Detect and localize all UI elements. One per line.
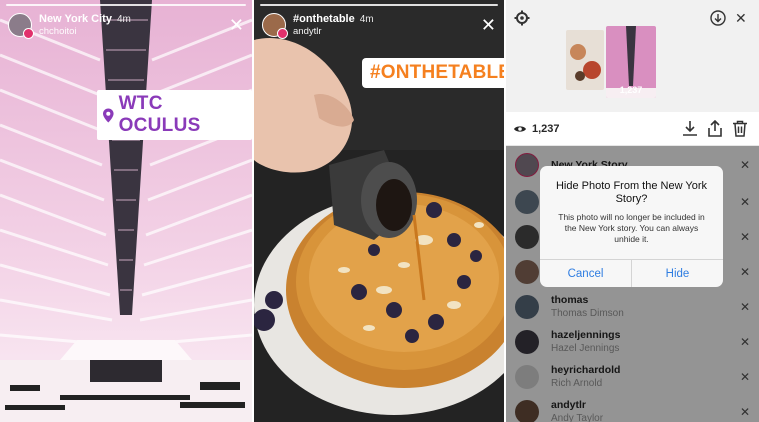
thumbnail-view-count: 1,237 [619,85,643,95]
story-thumbnail[interactable] [566,30,604,90]
hide-photo-dialog: Hide Photo From the New York Story? This… [540,166,723,287]
cancel-button[interactable]: Cancel [540,260,631,287]
story-progress-bar [6,4,246,6]
share-icon[interactable] [707,120,723,137]
story-username[interactable]: chchoitoi [39,26,131,38]
dialog-buttons: Cancel Hide [540,259,723,287]
story-viewers-panel: ✕ 1,237 1,237 New York Story ✕ ✕ ✕ ✕ tho… [506,0,759,422]
oculus-photo [0,0,252,422]
story-header: #onthetable 4m andytlr ✕ [262,10,496,40]
close-icon[interactable]: ✕ [229,16,244,34]
story-header: New York City 4m chchoitoi ✕ [8,10,244,40]
hashtag-sticker-label: #ONTHETABLE [370,62,504,83]
story-badge-icon [23,28,34,39]
story-hashtag-name[interactable]: #onthetable [293,13,355,25]
trash-icon[interactable] [732,120,748,137]
location-avatar[interactable] [8,13,34,39]
dialog-title: Hide Photo From the New York Story? [555,180,708,205]
download-icon[interactable] [682,120,698,137]
download-circle-icon[interactable] [710,10,726,26]
story-time: 4m [359,13,374,25]
location-pin-icon [103,107,114,123]
close-icon[interactable]: ✕ [735,10,751,26]
story-panel-hashtag[interactable]: #onthetable 4m andytlr ✕ #ONTHETABLE [254,0,504,422]
hashtag-sticker[interactable]: #ONTHETABLE [362,58,504,88]
eye-icon [514,125,526,132]
story-thumbnail-selected[interactable]: 1,237 [606,26,656,98]
story-badge-icon [277,28,288,39]
dialog-message: This photo will no longer be included in… [558,212,705,244]
story-time: 4m [116,13,131,25]
close-icon[interactable]: ✕ [481,16,496,34]
story-progress-bar [260,4,498,6]
story-panel-location[interactable]: New York City 4m chchoitoi ✕ WTC OCULUS [0,0,252,422]
view-count: 1,237 [532,122,560,135]
story-location-name[interactable]: New York City [39,13,112,25]
location-sticker[interactable]: WTC OCULUS [97,90,252,140]
story-thumbnails-area: ✕ 1,237 [506,0,759,112]
gear-icon[interactable] [514,10,530,26]
story-username[interactable]: andytlr [293,26,374,38]
location-sticker-label: WTC OCULUS [118,93,201,136]
hashtag-avatar[interactable] [262,13,288,39]
hide-button[interactable]: Hide [631,260,723,287]
